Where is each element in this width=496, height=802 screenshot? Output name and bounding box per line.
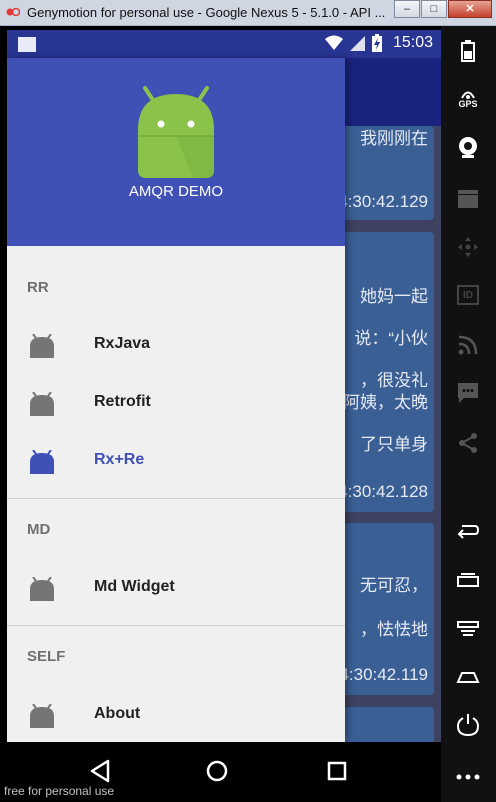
menu-item-label: About xyxy=(94,705,141,722)
menu-item-about[interactable]: About xyxy=(7,690,345,740)
android-icon xyxy=(30,577,54,601)
id-icon[interactable]: ID xyxy=(453,282,483,308)
id-label: ID xyxy=(463,289,473,301)
navigation-drawer: AMQR DEMO RR RxJava Retrofit Rx+Re MD Md xyxy=(7,58,345,742)
gps-icon[interactable]: GPS xyxy=(453,86,483,112)
drawer-header: AMQR DEMO xyxy=(7,58,345,246)
list-item-text: 了只单身 xyxy=(360,435,428,454)
list-item-text: ，怯怯地 xyxy=(360,620,428,639)
sms-icon[interactable] xyxy=(453,380,483,406)
list-item-timestamp: 4:30:42.129 xyxy=(338,192,428,211)
list-item-text: 说：“小伙 xyxy=(354,329,428,348)
list-item-text: 阿姨，太晚 xyxy=(343,393,428,412)
device-screen: 15:03 我刚刚在 4:30:42.129 她妈一起 说：“小伙 ，很没礼 阿… xyxy=(7,30,441,742)
home-icon[interactable] xyxy=(453,664,483,690)
close-button[interactable]: ✕ xyxy=(448,0,492,18)
window-titlebar: Genymotion for personal use - Google Nex… xyxy=(0,0,496,26)
power-icon[interactable] xyxy=(453,712,483,738)
battery-charging-icon xyxy=(371,34,382,52)
list-item-text: 我刚刚在 xyxy=(360,129,428,148)
recent-apps-icon[interactable] xyxy=(453,566,483,592)
section-title-rr: RR xyxy=(27,279,49,296)
section-divider xyxy=(7,498,345,499)
camera-icon[interactable] xyxy=(453,134,483,160)
list-item-text: 无可忍， xyxy=(360,576,428,595)
menu-item-rxjava[interactable]: RxJava xyxy=(7,320,345,370)
menu-item-label: Rx+Re xyxy=(94,451,145,468)
menu-item-label: Md Widget xyxy=(94,578,175,595)
watermark: free for personal use xyxy=(4,784,115,798)
menu-item-md-widget[interactable]: Md Widget xyxy=(7,563,345,613)
maximize-button[interactable]: □ xyxy=(421,0,447,18)
close-icon: ✕ xyxy=(465,3,475,15)
menu-icon[interactable] xyxy=(453,616,483,642)
status-icons: 15:03 xyxy=(324,34,433,52)
device-frame: 15:03 我刚刚在 4:30:42.129 她妈一起 说：“小伙 ，很没礼 阿… xyxy=(0,26,496,802)
android-logo-icon xyxy=(138,86,214,178)
minimize-icon: – xyxy=(403,3,411,15)
android-icon xyxy=(30,392,54,416)
recents-icon[interactable] xyxy=(322,756,352,786)
section-title-self: SELF xyxy=(27,648,66,665)
minimize-button[interactable]: – xyxy=(394,0,420,18)
window-title: Genymotion for personal use - Google Nex… xyxy=(27,5,386,20)
list-item-timestamp: 4:30:42.119 xyxy=(339,665,428,684)
back-icon[interactable] xyxy=(86,756,116,786)
drawer-header-title: AMQR DEMO xyxy=(128,183,224,200)
android-icon xyxy=(30,704,54,728)
rss-icon[interactable] xyxy=(453,332,483,358)
menu-item-label: RxJava xyxy=(94,335,151,352)
more-icon[interactable] xyxy=(453,764,483,790)
list-item-timestamp: 4:30:42.128 xyxy=(338,482,428,501)
section-divider xyxy=(7,625,345,626)
menu-item-label: Retrofit xyxy=(94,393,151,410)
android-icon xyxy=(30,334,54,358)
status-bar: 15:03 xyxy=(7,30,441,58)
window-controls: – □ ✕ xyxy=(393,0,492,18)
menu-item-retrofit[interactable]: Retrofit xyxy=(7,378,345,428)
genymotion-app-icon xyxy=(6,7,20,17)
section-title-md: MD xyxy=(27,521,51,538)
status-time: 15:03 xyxy=(392,34,433,51)
home-icon[interactable] xyxy=(202,756,232,786)
signal-icon xyxy=(349,36,365,51)
android-icon xyxy=(30,450,54,474)
maximize-icon: □ xyxy=(430,3,438,15)
menu-item-rx-re[interactable]: Rx+Re xyxy=(7,436,345,486)
list-item-text: 她妈一起 xyxy=(360,287,428,306)
video-icon[interactable] xyxy=(453,186,483,212)
genymotion-toolbar: GPS ID xyxy=(441,26,496,802)
back-icon[interactable] xyxy=(453,518,483,544)
wifi-icon xyxy=(324,35,343,50)
gps-label: GPS xyxy=(458,99,478,109)
battery-icon[interactable] xyxy=(453,38,483,64)
dpad-icon[interactable] xyxy=(453,234,483,260)
share-icon[interactable] xyxy=(453,430,483,456)
notification-icon xyxy=(18,37,36,52)
